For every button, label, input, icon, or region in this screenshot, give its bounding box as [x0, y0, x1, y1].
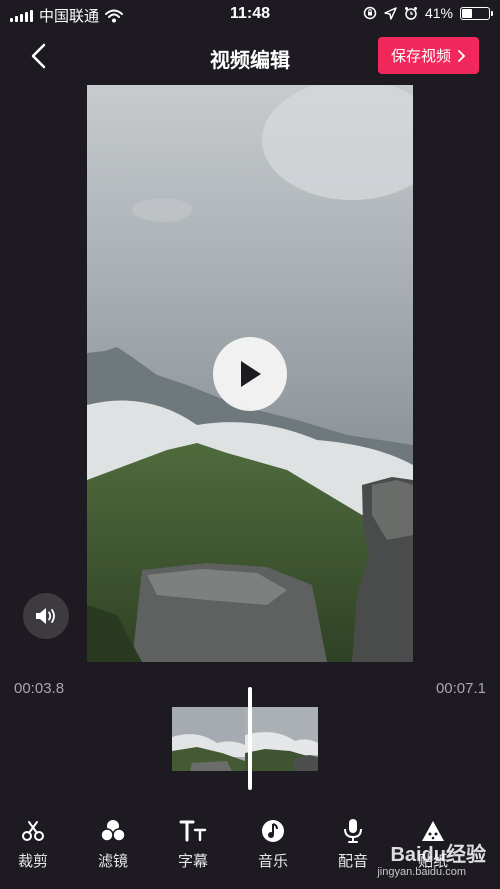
end-time: 00:07.1 [435, 680, 486, 697]
timeline-frame-1 [172, 707, 245, 771]
battery-icon [460, 6, 493, 20]
text-icon [179, 820, 207, 842]
play-icon [241, 361, 261, 387]
start-time: 00:03.8 [14, 680, 65, 697]
tool-music-label: 音乐 [257, 853, 288, 870]
timeline-frame-2 [245, 707, 318, 771]
status-bar: 中国联通 11:48 41% [0, 0, 500, 28]
tool-dubbing[interactable]: 配音 [313, 814, 393, 871]
save-video-button[interactable]: 保存视频 [378, 37, 479, 74]
tool-crop-label: 裁剪 [17, 853, 48, 870]
watermark-url: jingyan.baidu.com [377, 866, 466, 878]
tool-filter[interactable]: 滤镜 [73, 814, 153, 871]
nav-bar: 视频编辑 保存视频 [0, 32, 500, 78]
alarm-icon [404, 7, 417, 20]
location-icon [384, 6, 397, 20]
microphone-icon [344, 819, 362, 843]
chevron-right-icon [458, 49, 466, 62]
tool-subtitle-label: 字幕 [177, 853, 208, 870]
tool-music[interactable]: 音乐 [233, 814, 313, 871]
tool-crop[interactable]: 裁剪 [0, 814, 73, 871]
tool-subtitle[interactable]: 字幕 [153, 814, 233, 871]
watermark-logo: Baidu经验 [390, 844, 486, 866]
scissors-icon [22, 821, 44, 841]
orientation-lock-icon [363, 6, 377, 20]
speaker-icon [36, 608, 55, 624]
video-preview[interactable] [87, 85, 413, 662]
music-icon [262, 820, 284, 842]
volume-button[interactable] [23, 593, 69, 639]
play-button[interactable] [213, 337, 287, 411]
save-video-label: 保存视频 [390, 48, 451, 65]
status-right: 41% [363, 5, 493, 21]
battery-percent: 41% [424, 5, 453, 21]
tool-filter-label: 滤镜 [97, 853, 128, 870]
timeline-strip[interactable] [172, 707, 318, 771]
filter-icon [100, 820, 126, 842]
playhead-handle[interactable] [248, 687, 252, 790]
tool-dubbing-label: 配音 [337, 853, 368, 870]
